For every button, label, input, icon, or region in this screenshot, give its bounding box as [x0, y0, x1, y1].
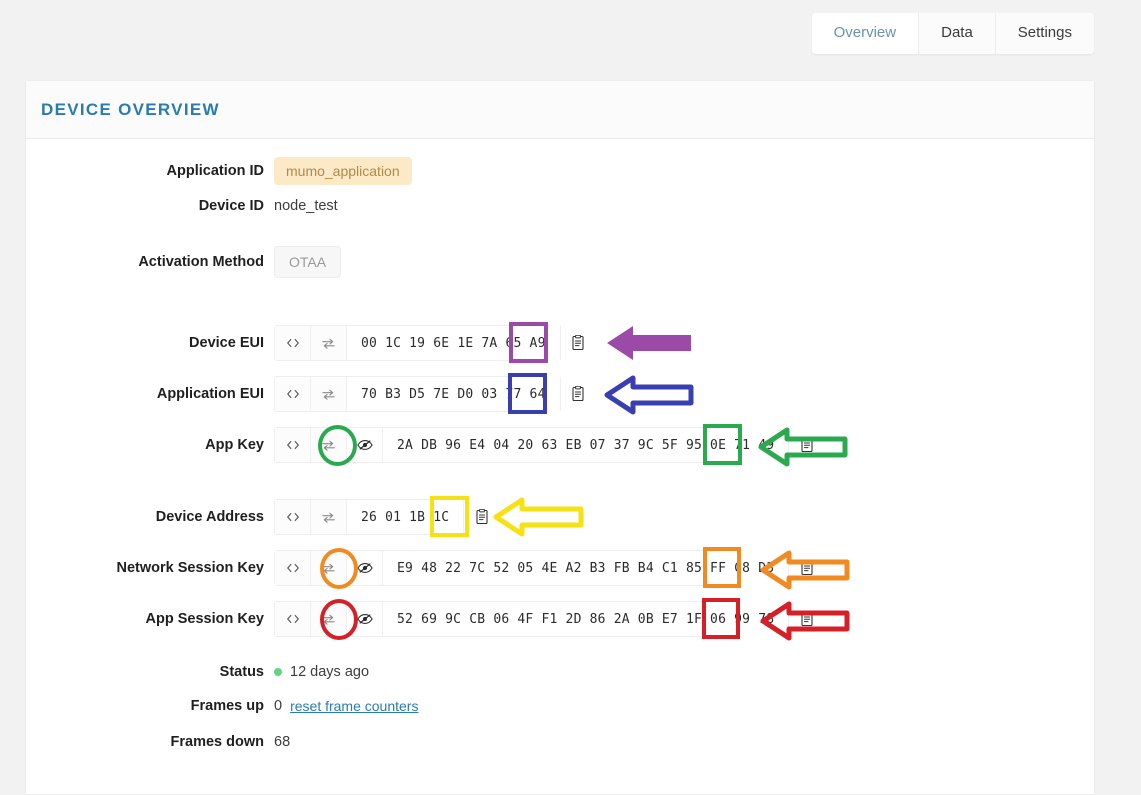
- reset-frame-counters-link[interactable]: reset frame counters: [290, 698, 418, 714]
- application-eui-value: 70 B3 D5 7E D0 03 77 64: [347, 377, 560, 411]
- label-device-address: Device Address: [155, 509, 264, 525]
- card-header: DEVICE OVERVIEW: [26, 81, 1094, 139]
- label-device-eui: Device EUI: [189, 335, 264, 351]
- eye-slash-icon[interactable]: [347, 602, 383, 636]
- code-brackets-icon[interactable]: [275, 428, 311, 462]
- page-title: DEVICE OVERVIEW: [41, 99, 220, 119]
- eye-slash-icon[interactable]: [347, 428, 383, 462]
- label-application-eui: Application EUI: [156, 386, 264, 402]
- device-overview-card: DEVICE OVERVIEW Application ID mumo_appl…: [25, 80, 1095, 795]
- swap-arrows-icon[interactable]: [311, 551, 347, 585]
- card-body: Application ID mumo_application Device I…: [26, 139, 1094, 795]
- label-activation-method: Activation Method: [138, 254, 264, 270]
- code-brackets-icon[interactable]: [275, 377, 311, 411]
- row-frames-up: Frames up 0 reset frame counters: [26, 698, 419, 714]
- code-brackets-icon[interactable]: [275, 551, 311, 585]
- code-brackets-icon[interactable]: [275, 602, 311, 636]
- eye-slash-icon[interactable]: [347, 551, 383, 585]
- swap-arrows-icon[interactable]: [311, 602, 347, 636]
- device-address-input-group: 26 01 1B 1C: [274, 499, 500, 535]
- label-frames-down: Frames down: [170, 734, 264, 750]
- clipboard-copy-icon[interactable]: [788, 428, 825, 462]
- row-app-session-key: App Session Key 52 69 9C CB 06 4F F1 2D …: [26, 601, 825, 637]
- row-device-address: Device Address 26 01 1B 1C: [26, 499, 500, 535]
- activation-method-badge: OTAA: [274, 246, 342, 278]
- clipboard-copy-icon[interactable]: [788, 602, 825, 636]
- application-eui-input-group: 70 B3 D5 7E D0 03 77 64: [274, 376, 596, 412]
- clipboard-copy-icon[interactable]: [559, 377, 596, 411]
- frames-up-value: 0: [274, 698, 283, 714]
- label-network-session-key: Network Session Key: [116, 560, 264, 576]
- label-status: Status: [219, 664, 264, 680]
- code-brackets-icon[interactable]: [275, 326, 311, 360]
- row-network-session-key: Network Session Key E9 48 22 7C 52 05 4E…: [26, 550, 825, 586]
- status-value: 12 days ago: [290, 664, 370, 680]
- device-address-value: 26 01 1B 1C: [347, 500, 464, 534]
- status-dot-icon: [274, 668, 282, 676]
- label-application-id: Application ID: [166, 163, 264, 179]
- app-session-key-value: 52 69 9C CB 06 4F F1 2D 86 2A 0B E7 1F 0…: [383, 602, 789, 636]
- frames-down-value: 68: [274, 734, 291, 750]
- network-session-key-value: E9 48 22 7C 52 05 4E A2 B3 FB B4 C1 85 F…: [383, 551, 789, 585]
- network-session-key-input-group: E9 48 22 7C 52 05 4E A2 B3 FB B4 C1 85 F…: [274, 550, 825, 586]
- row-status: Status 12 days ago: [26, 664, 369, 680]
- row-app-key: App Key 2A DB 96 E4 04 20 63 EB 07 37 9C…: [26, 427, 825, 463]
- row-application-eui: Application EUI 70 B3 D5 7E D0 03 77 64: [26, 376, 596, 412]
- clipboard-copy-icon[interactable]: [463, 500, 500, 534]
- device-id-value: node_test: [274, 198, 338, 214]
- row-application-id: Application ID mumo_application: [26, 157, 412, 185]
- row-activation-method: Activation Method OTAA: [26, 246, 342, 278]
- code-brackets-icon[interactable]: [275, 500, 311, 534]
- swap-arrows-icon[interactable]: [311, 326, 347, 360]
- label-device-id: Device ID: [198, 198, 264, 214]
- device-eui-input-group: 00 1C 19 6E 1E 7A 65 A9: [274, 325, 596, 361]
- label-app-session-key: App Session Key: [145, 611, 264, 627]
- tab-settings[interactable]: Settings: [994, 13, 1094, 54]
- row-frames-down: Frames down 68: [26, 734, 291, 750]
- clipboard-copy-icon[interactable]: [788, 551, 825, 585]
- application-id-badge[interactable]: mumo_application: [274, 157, 412, 185]
- swap-arrows-icon[interactable]: [311, 500, 347, 534]
- app-session-key-input-group: 52 69 9C CB 06 4F F1 2D 86 2A 0B E7 1F 0…: [274, 601, 825, 637]
- tab-data[interactable]: Data: [918, 13, 995, 54]
- swap-arrows-icon[interactable]: [311, 428, 347, 462]
- clipboard-copy-icon[interactable]: [559, 326, 596, 360]
- top-tabbar: Overview Data Settings: [811, 13, 1094, 54]
- label-frames-up: Frames up: [190, 698, 264, 714]
- tab-overview[interactable]: Overview: [811, 13, 919, 54]
- row-device-id: Device ID node_test: [26, 198, 338, 214]
- label-app-key: App Key: [205, 437, 264, 453]
- app-key-value: 2A DB 96 E4 04 20 63 EB 07 37 9C 5F 95 0…: [383, 428, 789, 462]
- device-eui-value: 00 1C 19 6E 1E 7A 65 A9: [347, 326, 560, 360]
- app-key-input-group: 2A DB 96 E4 04 20 63 EB 07 37 9C 5F 95 0…: [274, 427, 825, 463]
- row-device-eui: Device EUI 00 1C 19 6E 1E 7A 65 A9: [26, 325, 596, 361]
- swap-arrows-icon[interactable]: [311, 377, 347, 411]
